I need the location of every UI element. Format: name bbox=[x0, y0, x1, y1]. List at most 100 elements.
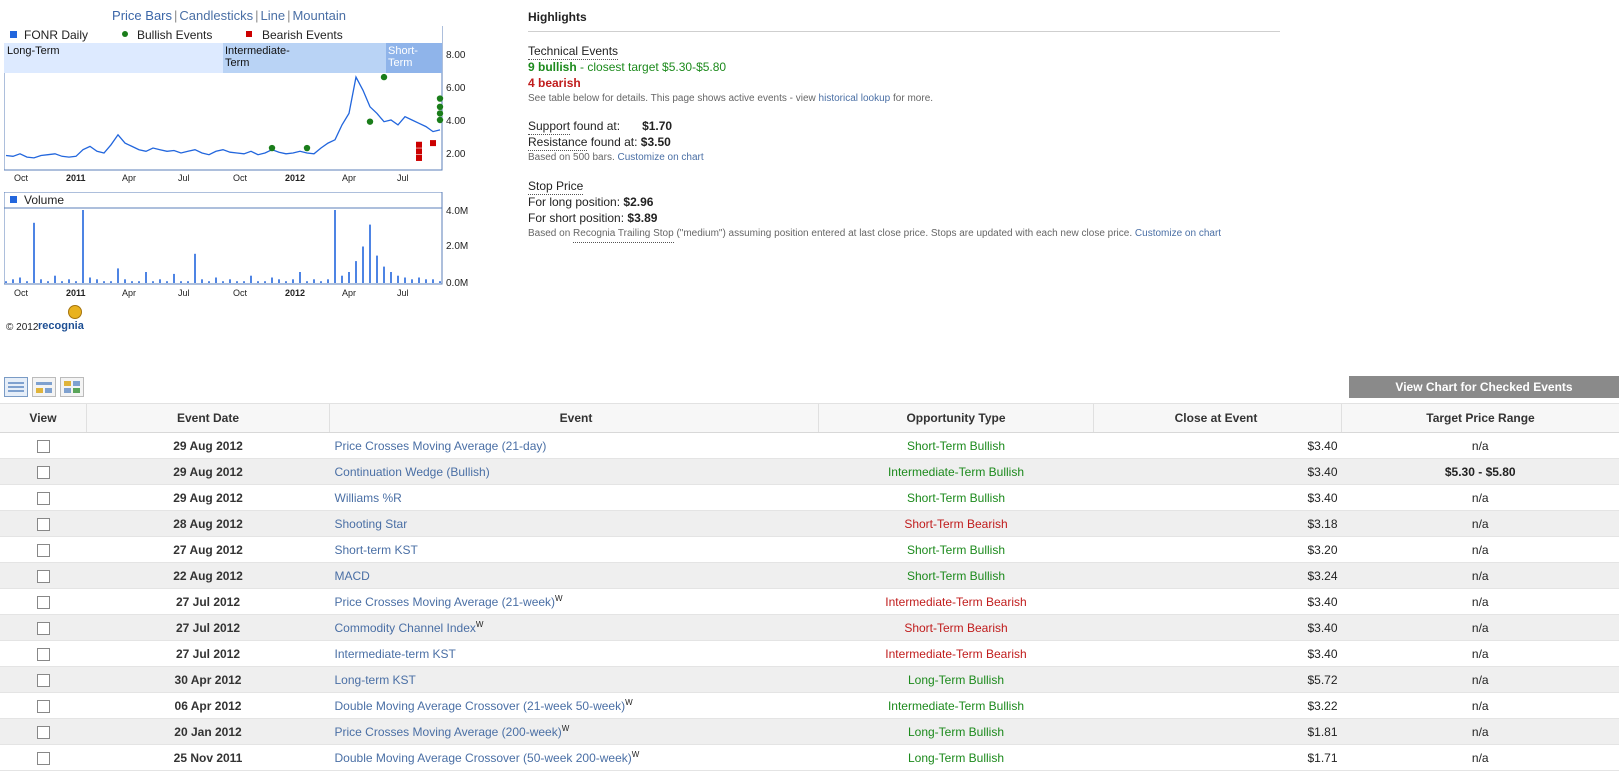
short-position-value: $3.89 bbox=[627, 211, 658, 225]
bullish-event-marker[interactable] bbox=[436, 95, 444, 102]
tab-price-bars[interactable]: Price Bars bbox=[112, 8, 172, 23]
event-link[interactable]: MACD bbox=[335, 569, 370, 583]
row-checkbox[interactable] bbox=[36, 465, 50, 479]
trailing-stop-term[interactable]: Recognia Trailing Stop bbox=[573, 226, 674, 243]
long-term-label: Long-Term bbox=[7, 45, 60, 57]
close-at-event: $3.24 bbox=[1093, 562, 1342, 589]
x-tick: Oct bbox=[14, 173, 29, 183]
volume-chart[interactable]: Volume 4.0M 2.0M 0.0M Oct 2011 Apr Jul O… bbox=[4, 192, 482, 300]
x-tick: Jul bbox=[397, 173, 409, 183]
resistance-label: Resistance bbox=[528, 135, 588, 151]
volume-tick: 2.0M bbox=[446, 241, 468, 252]
x-tick: Jul bbox=[178, 288, 190, 298]
view-chart-checked-events-button[interactable]: View Chart for Checked Events bbox=[1349, 376, 1619, 398]
event-link[interactable]: Short-term KST bbox=[335, 543, 418, 557]
price-chart[interactable]: FONR Daily Bullish Events Bearish Events… bbox=[4, 26, 482, 186]
event-cell: Price Crosses Moving Average (21-week)W bbox=[329, 588, 819, 615]
close-at-event: $3.40 bbox=[1093, 432, 1342, 459]
list-view-icon[interactable] bbox=[4, 377, 28, 397]
event-link[interactable]: Continuation Wedge (Bullish) bbox=[335, 465, 490, 479]
event-link[interactable]: Intermediate-term KST bbox=[335, 647, 456, 661]
weekly-marker: W bbox=[555, 594, 563, 603]
header-target-price-range[interactable]: Target Price Range bbox=[1341, 403, 1619, 433]
event-link[interactable]: Price Crosses Moving Average (21-day) bbox=[335, 439, 547, 453]
event-link[interactable]: Shooting Star bbox=[335, 517, 408, 531]
header-event[interactable]: Event bbox=[329, 403, 819, 433]
support-label: Support bbox=[528, 119, 571, 135]
recognia-brand[interactable]: recognia bbox=[38, 320, 84, 332]
view-mode-toolbar bbox=[4, 377, 88, 402]
row-checkbox[interactable] bbox=[36, 595, 50, 609]
target-price-range: n/a bbox=[1341, 484, 1619, 511]
event-date: 29 Aug 2012 bbox=[86, 432, 330, 459]
close-at-event: $3.18 bbox=[1093, 510, 1342, 537]
bearish-event-marker[interactable] bbox=[416, 148, 422, 155]
target-price-range: n/a bbox=[1341, 536, 1619, 563]
long-position-row: For long position: $2.96 bbox=[528, 194, 1280, 210]
opportunity-type: Intermediate-Term Bearish bbox=[818, 640, 1094, 667]
bullish-event-marker[interactable] bbox=[268, 144, 276, 152]
row-checkbox[interactable] bbox=[36, 751, 50, 765]
volume-tick: 4.0M bbox=[446, 206, 468, 217]
header-opportunity-type[interactable]: Opportunity Type bbox=[818, 403, 1094, 433]
bullish-event-marker[interactable] bbox=[366, 118, 374, 125]
row-checkbox[interactable] bbox=[36, 673, 50, 687]
price-tick: 8.00 bbox=[446, 50, 466, 61]
bullish-event-marker[interactable] bbox=[436, 116, 444, 124]
table-row: 27 Aug 2012 Short-term KST Short-Term Bull… bbox=[0, 536, 1619, 563]
event-date: 28 Aug 2012 bbox=[86, 510, 330, 537]
row-checkbox[interactable] bbox=[36, 569, 50, 583]
event-date: 22 Aug 2012 bbox=[86, 562, 330, 589]
bullish-event-marker[interactable] bbox=[436, 103, 444, 111]
bearish-count: 4 bearish bbox=[528, 76, 581, 90]
grid-view-icon[interactable] bbox=[60, 377, 84, 397]
target-price-range: n/a bbox=[1341, 692, 1619, 719]
row-checkbox[interactable] bbox=[36, 491, 50, 505]
row-checkbox[interactable] bbox=[36, 439, 50, 453]
close-at-event: $3.40 bbox=[1093, 588, 1342, 615]
bullish-event-marker[interactable] bbox=[436, 110, 444, 117]
row-checkbox[interactable] bbox=[36, 543, 50, 557]
table-row: 29 Aug 2012 Williams %R Short-Term Bullish… bbox=[0, 484, 1619, 511]
target-price-range: n/a bbox=[1341, 640, 1619, 667]
tab-line[interactable]: Line bbox=[261, 8, 286, 23]
row-checkbox[interactable] bbox=[36, 621, 50, 635]
historical-lookup-link[interactable]: historical lookup bbox=[819, 93, 891, 104]
bullish-event-marker[interactable] bbox=[380, 73, 388, 81]
detail-view-icon[interactable] bbox=[32, 377, 56, 397]
event-link[interactable]: Double Moving Average Crossover (21-week… bbox=[335, 699, 626, 713]
stop-price-label: Stop Price bbox=[528, 179, 584, 195]
event-link[interactable]: Long-term KST bbox=[335, 673, 416, 687]
row-checkbox[interactable] bbox=[36, 699, 50, 713]
x-tick: Jul bbox=[397, 288, 409, 298]
tab-mountain[interactable]: Mountain bbox=[292, 8, 345, 23]
customize-on-chart-link[interactable]: Customize on chart bbox=[618, 152, 704, 163]
legend-bearish-label: Bearish Events bbox=[262, 28, 343, 42]
row-checkbox[interactable] bbox=[36, 647, 50, 661]
header-event-date[interactable]: Event Date bbox=[86, 403, 330, 433]
event-cell: MACD bbox=[329, 562, 819, 589]
tab-candlesticks[interactable]: Candlesticks bbox=[179, 8, 253, 23]
row-checkbox[interactable] bbox=[36, 517, 50, 531]
target-price-range: n/a bbox=[1341, 562, 1619, 589]
event-cell: Shooting Star bbox=[329, 510, 819, 537]
bullish-event-marker[interactable] bbox=[303, 144, 311, 152]
header-close-at-event[interactable]: Close at Event bbox=[1093, 403, 1342, 433]
customize-on-chart-link-2[interactable]: Customize on chart bbox=[1135, 228, 1221, 239]
row-checkbox[interactable] bbox=[36, 725, 50, 739]
event-link[interactable]: Williams %R bbox=[335, 491, 402, 505]
event-link[interactable]: Price Crosses Moving Average (200-week) bbox=[335, 725, 562, 739]
bearish-event-marker[interactable] bbox=[416, 141, 422, 148]
event-link[interactable]: Double Moving Average Crossover (50-week… bbox=[335, 751, 632, 765]
event-link[interactable]: Price Crosses Moving Average (21-week) bbox=[335, 595, 556, 609]
based-on-bars-text: Based on 500 bars. bbox=[528, 152, 618, 163]
target-price-range: n/a bbox=[1341, 744, 1619, 771]
event-date: 29 Aug 2012 bbox=[86, 458, 330, 485]
event-cell: Price Crosses Moving Average (21-day) bbox=[329, 432, 819, 459]
bearish-event-marker[interactable] bbox=[430, 140, 436, 147]
header-view: View bbox=[0, 403, 87, 433]
event-cell: Intermediate-term KST bbox=[329, 640, 819, 667]
table-row: 27 Jul 2012 Intermediate-term KST Intermed… bbox=[0, 640, 1619, 667]
bearish-event-marker[interactable] bbox=[416, 154, 422, 161]
event-link[interactable]: Commodity Channel Index bbox=[335, 621, 476, 635]
